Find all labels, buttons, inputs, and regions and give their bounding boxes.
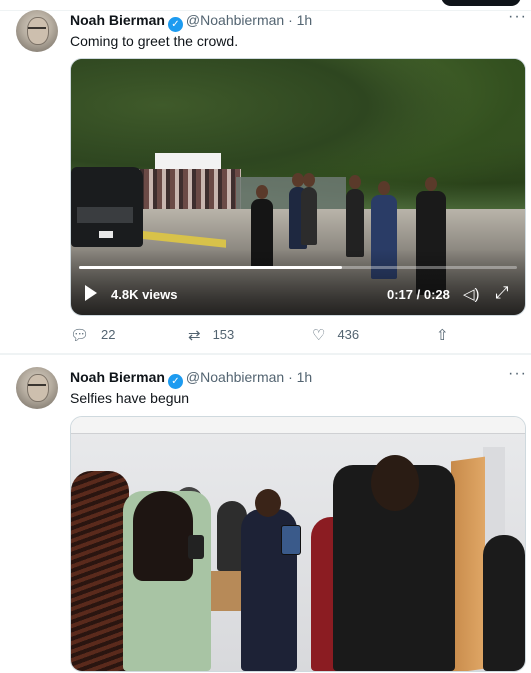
like-button[interactable]: ♡ 436: [312, 326, 359, 344]
tweet-text: Selfies have begun: [70, 390, 190, 406]
video-views: 4.8K views: [111, 287, 178, 302]
avatar[interactable]: [16, 367, 58, 409]
tweet-photo-image[interactable]: [70, 416, 526, 672]
reply-button[interactable]: 💬︎ 22: [70, 326, 116, 344]
separator-dot: ·: [288, 369, 293, 385]
tweet-actions: 💬︎ 22 ⇄ 153 ♡ 436 ⇧: [70, 326, 490, 346]
more-options-icon[interactable]: ···: [508, 8, 527, 26]
author-name[interactable]: Noah Bierman: [70, 12, 165, 28]
tweet-text: Coming to greet the crowd.: [70, 33, 239, 49]
photo-ceiling: [71, 417, 525, 434]
retweet-button[interactable]: ⇄ 153: [188, 326, 234, 344]
author-handle[interactable]: @Noahbierman: [186, 369, 284, 385]
photo-phone: [281, 525, 301, 555]
reply-count: 22: [101, 327, 116, 342]
video-progress-bar[interactable]: [79, 266, 517, 269]
tweet-header: Noah Bierman ✓ @Noahbierman · 1h: [70, 12, 312, 32]
avatar-glasses: [28, 27, 46, 33]
video-progress-fill: [79, 266, 342, 269]
video-crowd: [131, 169, 241, 209]
fullscreen-icon[interactable]: ⤢: [495, 283, 509, 303]
author-handle[interactable]: @Noahbierman: [186, 12, 284, 28]
photo-person-foreground: [333, 455, 455, 671]
verified-badge-icon: ✓: [167, 374, 183, 389]
reply-icon: 💬︎: [70, 327, 90, 344]
photo-phone: [188, 535, 204, 559]
tweet-time[interactable]: 1h: [297, 12, 313, 28]
video-person: [346, 175, 364, 257]
photo-door: [451, 456, 485, 671]
verified-badge-icon: ✓: [167, 17, 183, 32]
retweet-count: 153: [212, 327, 235, 342]
share-icon: ⇧: [436, 327, 449, 344]
avatar-glasses: [28, 384, 46, 390]
suv-grille: [77, 207, 133, 223]
video-person: [301, 173, 317, 245]
like-count: 436: [337, 327, 360, 342]
avatar[interactable]: [16, 10, 58, 52]
tweet-video-player[interactable]: 4.8K views 0:17 / 0:28 ◁) ⤢: [70, 58, 526, 316]
photo-person: [123, 491, 211, 671]
video-suv: [71, 167, 143, 247]
tweet-header: Noah Bierman ✓ @Noahbierman · 1h: [70, 369, 312, 389]
video-controls-gradient: [71, 249, 525, 315]
more-options-icon[interactable]: ···: [508, 365, 527, 383]
volume-icon[interactable]: ◁): [463, 285, 480, 303]
heart-icon: ♡: [312, 327, 326, 344]
retweet-icon: ⇄: [188, 327, 201, 344]
suv-plate: [99, 231, 113, 238]
tweet-photo[interactable]: Noah Bierman ✓ @Noahbierman · 1h ··· Selfi…: [0, 355, 531, 673]
tweet-time[interactable]: 1h: [297, 369, 313, 385]
separator-dot: ·: [288, 12, 293, 28]
author-name[interactable]: Noah Bierman: [70, 369, 165, 385]
photo-person: [483, 535, 525, 671]
video-time: 0:17 / 0:28: [387, 287, 450, 302]
photo-person-braids: [71, 471, 129, 671]
share-button[interactable]: ⇧: [436, 326, 461, 344]
play-icon[interactable]: [85, 285, 97, 301]
tweet-video[interactable]: Noah Bierman ✓ @Noahbierman · 1h ··· Comin…: [0, 0, 531, 353]
